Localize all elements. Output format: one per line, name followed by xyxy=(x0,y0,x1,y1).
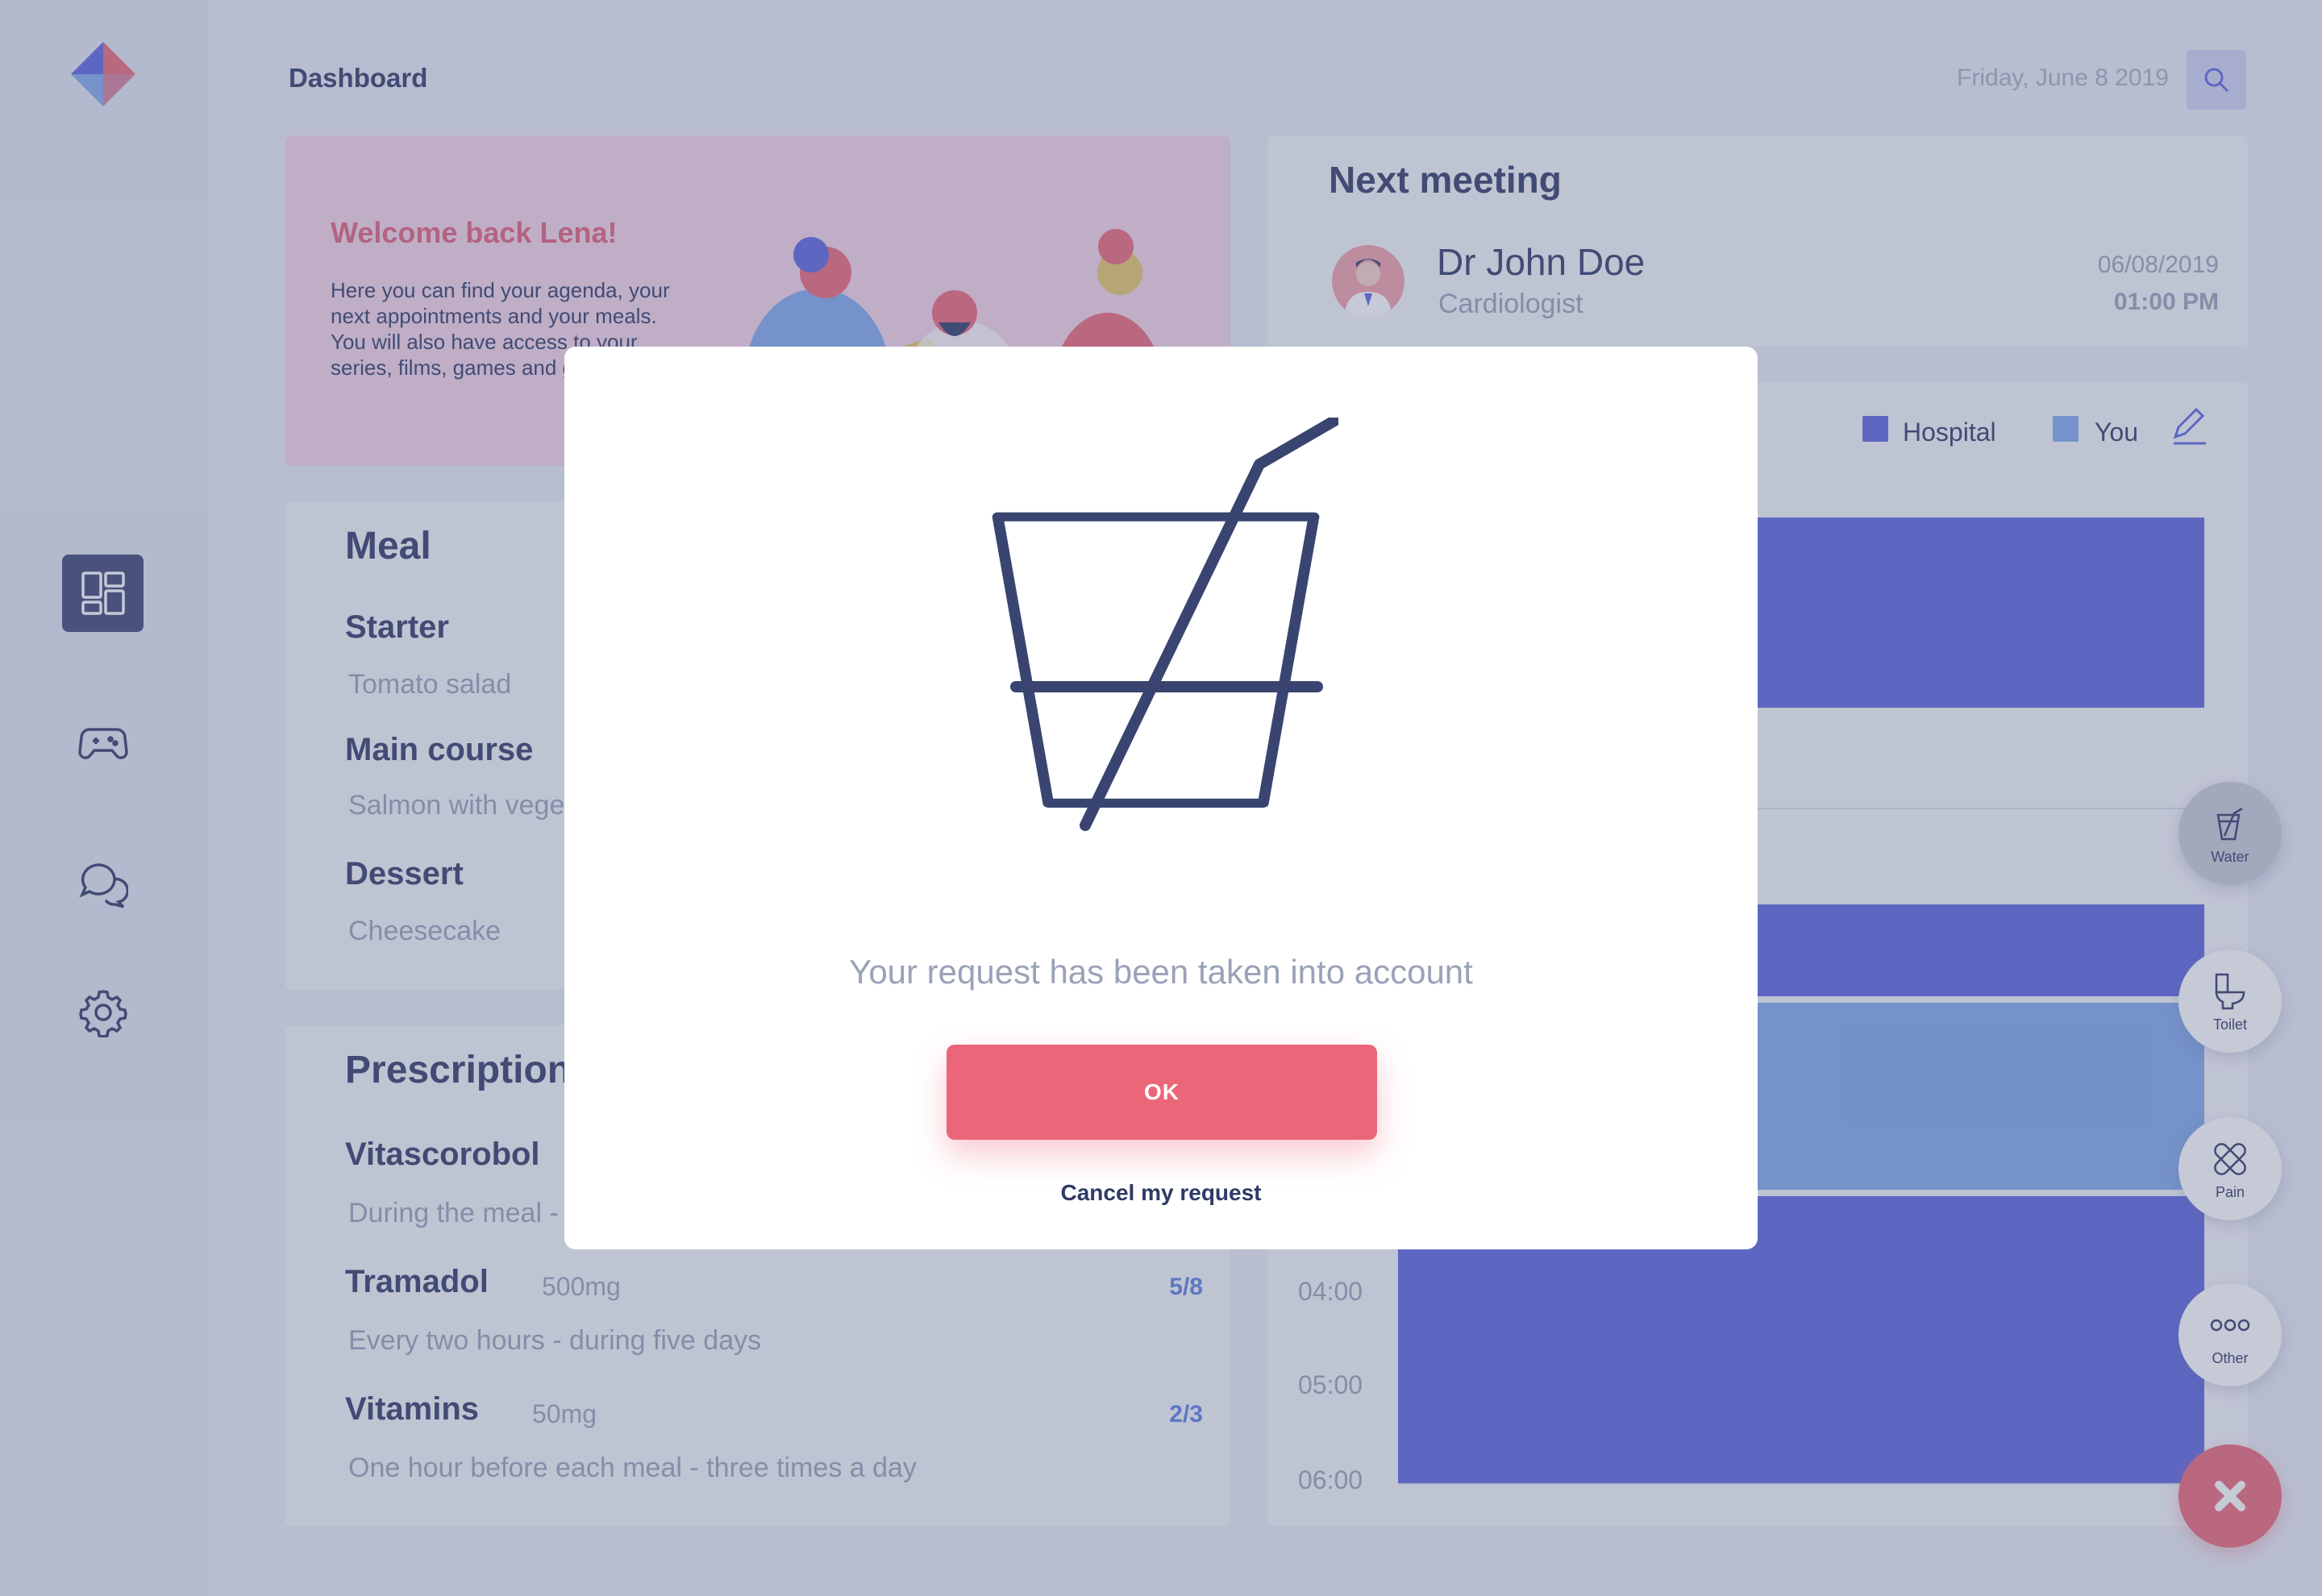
cancel-request-link[interactable]: Cancel my request xyxy=(564,1180,1758,1206)
ok-button[interactable]: OK xyxy=(947,1045,1377,1140)
confirmation-message: Your request has been taken into account xyxy=(849,953,1473,991)
confirmation-dialog: Your request has been taken into account… xyxy=(564,347,1758,1249)
water-glass-icon xyxy=(992,418,1338,831)
